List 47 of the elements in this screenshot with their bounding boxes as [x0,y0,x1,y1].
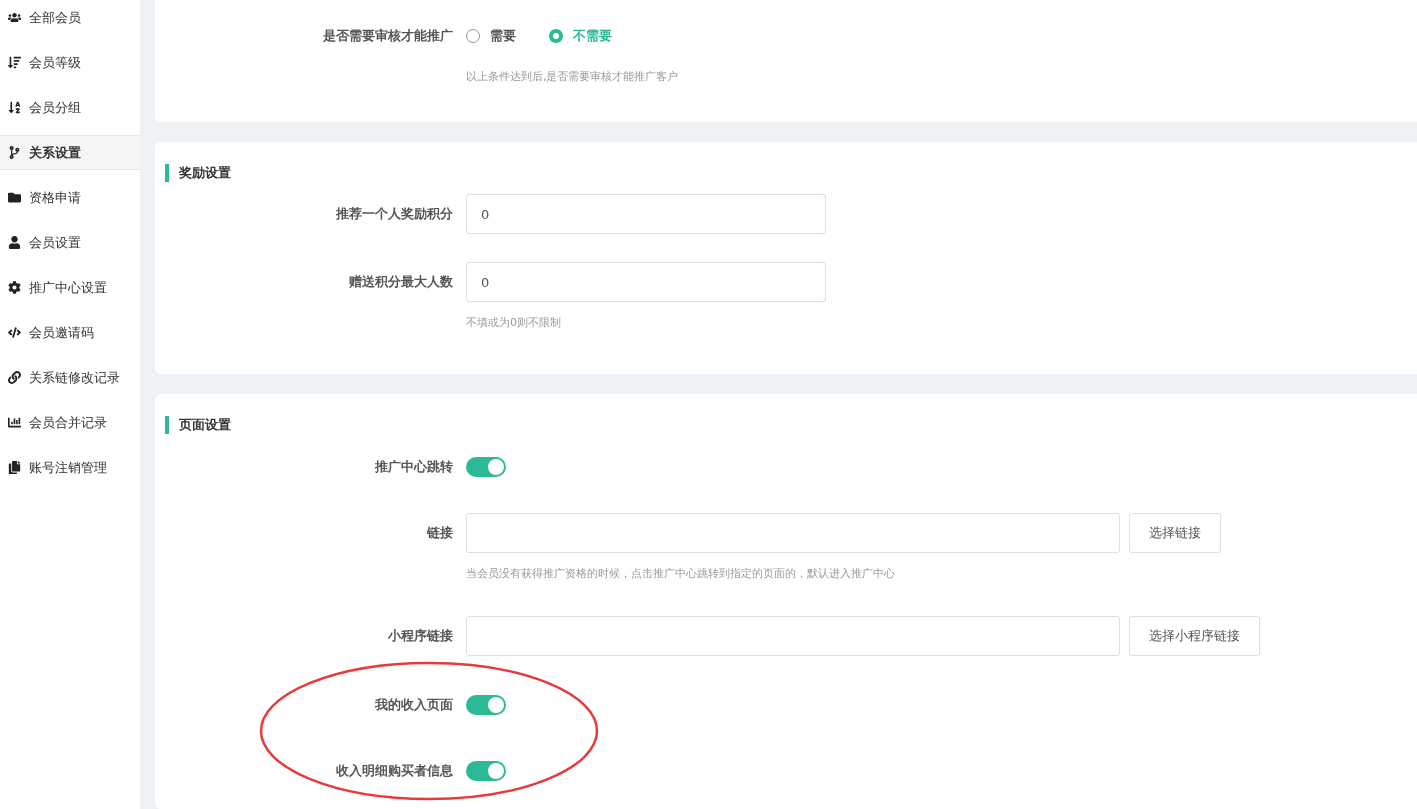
field-label: 我的收入页面 [374,696,453,714]
users-icon [8,11,21,24]
field-label: 收入明细购买者信息 [335,762,453,780]
field-label: 赠送积分最大人数 [348,273,453,291]
sidebar-item[interactable]: 全部会员 [0,0,140,35]
section-title: 奖励设置 [165,164,1417,182]
sidebar-item[interactable]: 关系链修改记录 [0,360,140,395]
hint-text: 以上条件达到后,是否需要审核才能推广客户 [466,69,680,85]
code-icon [8,326,21,339]
select-link-button[interactable]: 选择小程序链接 [1129,616,1260,656]
field-label: 链接 [425,524,453,542]
link-icon [8,371,21,384]
sidebar-item[interactable]: 推广中心设置 [0,270,140,305]
hint-text: 当会员没有获得推广资格的时候，点击推广中心跳转到指定的页面的，默认进入推广中心 [466,566,896,582]
section-title: 页面设置 [165,416,1417,434]
radio-option[interactable]: 需要 [466,27,516,45]
sidebar-item[interactable]: 会员设置 [0,225,140,260]
sidebar-item[interactable]: 账号注销管理 [0,450,140,485]
toggle-switch[interactable] [466,695,506,715]
sidebar-item[interactable]: 会员合并记录 [0,405,140,440]
field-label: 推广中心跳转 [374,458,453,476]
input-field[interactable]: 0 [466,262,826,302]
radio-icon[interactable] [549,29,563,43]
radio-icon[interactable] [466,29,480,43]
select-link-button[interactable]: 选择链接 [1129,513,1221,553]
toggle-switch[interactable] [466,761,506,781]
field-label: 是否需要审核才能推广 [322,27,453,45]
sidebar-item[interactable]: 关系设置 [0,135,140,170]
settings-icon [8,281,21,294]
sidebar-item[interactable]: 会员等级 [0,45,140,80]
toggle-switch[interactable] [466,457,506,477]
branch-icon [8,146,21,159]
input-field[interactable]: 0 [466,194,826,234]
sidebar-item[interactable]: 会员分组 [0,90,140,125]
sort-alpha-icon [8,101,21,114]
copy-icon [8,461,21,474]
input-field[interactable] [466,513,1120,553]
sidebar-item[interactable]: 会员邀请码 [0,315,140,350]
hint-text: 不填或为0则不限制 [466,315,562,331]
bar-chart-icon [8,416,21,429]
folder-icon [8,191,21,204]
field-label: 推荐一个人奖励积分 [335,205,453,223]
sort-icon [8,56,21,69]
input-field[interactable] [466,616,1120,656]
field-label: 小程序链接 [387,627,453,645]
sidebar-item[interactable]: 资格申请 [0,180,140,215]
user-icon [8,236,21,249]
